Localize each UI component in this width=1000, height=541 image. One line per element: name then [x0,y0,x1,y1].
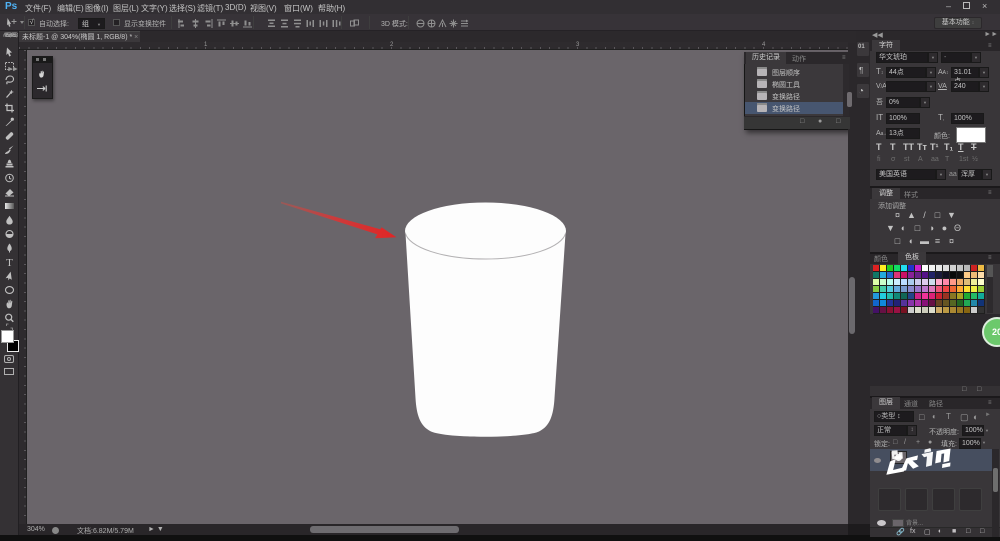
svg-text:T: T [6,257,13,269]
